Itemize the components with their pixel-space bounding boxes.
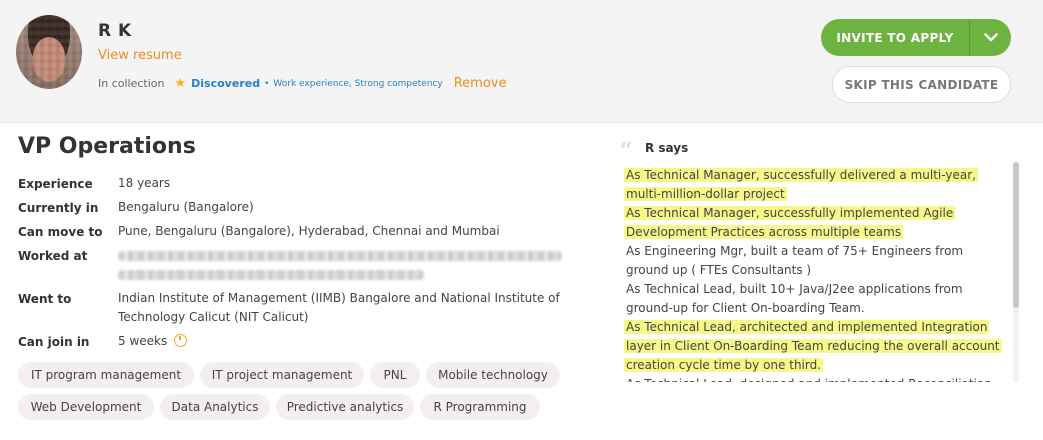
collection-tags: Work experience, Strong competency bbox=[273, 78, 443, 89]
collection-prefix: In collection bbox=[98, 77, 165, 90]
skip-candidate-button[interactable]: SKIP THIS CANDIDATE bbox=[832, 66, 1011, 103]
skill-chip[interactable]: IT program management bbox=[18, 362, 194, 388]
statement-text: ground-up for Client On-boarding Team. bbox=[626, 301, 865, 315]
statement-text: As Engineering Mgr, built a team of 75+ … bbox=[626, 244, 964, 258]
clock-icon bbox=[174, 334, 188, 347]
worked-at-blurred-line-1 bbox=[118, 251, 562, 261]
highlighted-text: As Technical Lead, architected and imple… bbox=[624, 320, 990, 334]
currently-in-label: Currently in bbox=[18, 201, 99, 215]
says-title: R says bbox=[645, 141, 689, 155]
says-line: As Technical Manager, successfully imple… bbox=[624, 204, 1008, 223]
says-line: Development Practices across multiple te… bbox=[624, 223, 1008, 242]
says-line: ground-up for Client On-boarding Team. bbox=[624, 299, 1008, 318]
separator-dot: • bbox=[264, 78, 270, 89]
says-line: As Technical Lead, designed and implemen… bbox=[624, 375, 1008, 382]
says-line: creation cycle time by one third. bbox=[624, 356, 1008, 375]
skill-chip[interactable]: Predictive analytics bbox=[276, 394, 414, 420]
skill-chip[interactable]: Data Analytics bbox=[160, 394, 270, 420]
invite-to-apply-button[interactable]: INVITE TO APPLY bbox=[821, 19, 1011, 56]
collection-row: In collection ★ Discovered • Work experi… bbox=[98, 76, 506, 91]
says-line: As Technical Lead, architected and imple… bbox=[624, 318, 1008, 337]
skill-chip[interactable]: R Programming bbox=[420, 394, 540, 420]
worked-at-blurred-line-2 bbox=[118, 270, 424, 280]
experience-value: 18 years bbox=[118, 176, 171, 190]
highlighted-text: multi-million-dollar project bbox=[624, 187, 787, 201]
says-line: ground up ( FTEs Consultants ) bbox=[624, 261, 1008, 280]
quote-icon: “ bbox=[620, 138, 633, 164]
star-icon: ★ bbox=[174, 76, 187, 91]
candidate-name: R K bbox=[98, 21, 132, 41]
view-resume-link[interactable]: View resume bbox=[98, 48, 182, 63]
avatar[interactable] bbox=[16, 15, 82, 89]
candidate-statement[interactable]: As Technical Manager, successfully deliv… bbox=[624, 166, 1008, 382]
skill-chip[interactable]: IT project management bbox=[200, 362, 364, 388]
skill-chip[interactable]: PNL bbox=[370, 362, 420, 388]
highlighted-text: Development Practices across multiple te… bbox=[624, 225, 904, 239]
chevron-down-icon[interactable] bbox=[970, 33, 1011, 42]
worked-at-label: Worked at bbox=[18, 249, 88, 263]
scrollbar-thumb[interactable] bbox=[1013, 162, 1019, 308]
highlighted-text: As Technical Manager, successfully imple… bbox=[624, 206, 956, 220]
went-to-value-line-1: Indian Institute of Management (IIMB) Ba… bbox=[118, 291, 560, 305]
invite-label[interactable]: INVITE TO APPLY bbox=[821, 31, 969, 45]
skill-chip[interactable]: Mobile technology bbox=[426, 362, 560, 388]
went-to-label: Went to bbox=[18, 292, 72, 306]
says-line: layer in Client On-Boarding Team reducin… bbox=[624, 337, 1008, 356]
experience-label: Experience bbox=[18, 177, 93, 191]
skill-chip[interactable]: Web Development bbox=[18, 394, 154, 420]
can-move-to-value: Pune, Bengaluru (Bangalore), Hyderabad, … bbox=[118, 224, 500, 238]
highlighted-text: layer in Client On-Boarding Team reducin… bbox=[624, 339, 1002, 353]
can-join-in-row: 5 weeks bbox=[118, 332, 188, 351]
can-join-in-value: 5 weeks bbox=[118, 334, 168, 348]
candidate-header: R K View resume In collection ★ Discover… bbox=[0, 0, 1043, 123]
highlighted-text: As Technical Manager, successfully deliv… bbox=[624, 168, 978, 182]
says-line: multi-million-dollar project bbox=[624, 185, 1008, 204]
can-move-to-label: Can move to bbox=[18, 225, 103, 239]
statement-text: ground up ( FTEs Consultants ) bbox=[626, 263, 812, 277]
says-line: As Engineering Mgr, built a team of 75+ … bbox=[624, 242, 1008, 261]
statement-text: As Technical Lead, designed and implemen… bbox=[624, 377, 994, 382]
statement-text: As Technical Lead, built 10+ Java/J2ee a… bbox=[626, 282, 963, 296]
says-line: As Technical Lead, built 10+ Java/J2ee a… bbox=[624, 280, 1008, 299]
went-to-value-line-2: Technology Calicut (NIT Calicut) bbox=[118, 310, 309, 324]
job-title: VP Operations bbox=[18, 134, 196, 159]
collection-status: Discovered bbox=[191, 77, 261, 90]
can-join-in-label: Can join in bbox=[18, 335, 90, 349]
highlighted-text: creation cycle time by one third. bbox=[624, 358, 824, 372]
currently-in-value: Bengaluru (Bangalore) bbox=[118, 200, 254, 214]
says-line: As Technical Manager, successfully deliv… bbox=[624, 166, 1008, 185]
remove-link[interactable]: Remove bbox=[454, 76, 507, 91]
